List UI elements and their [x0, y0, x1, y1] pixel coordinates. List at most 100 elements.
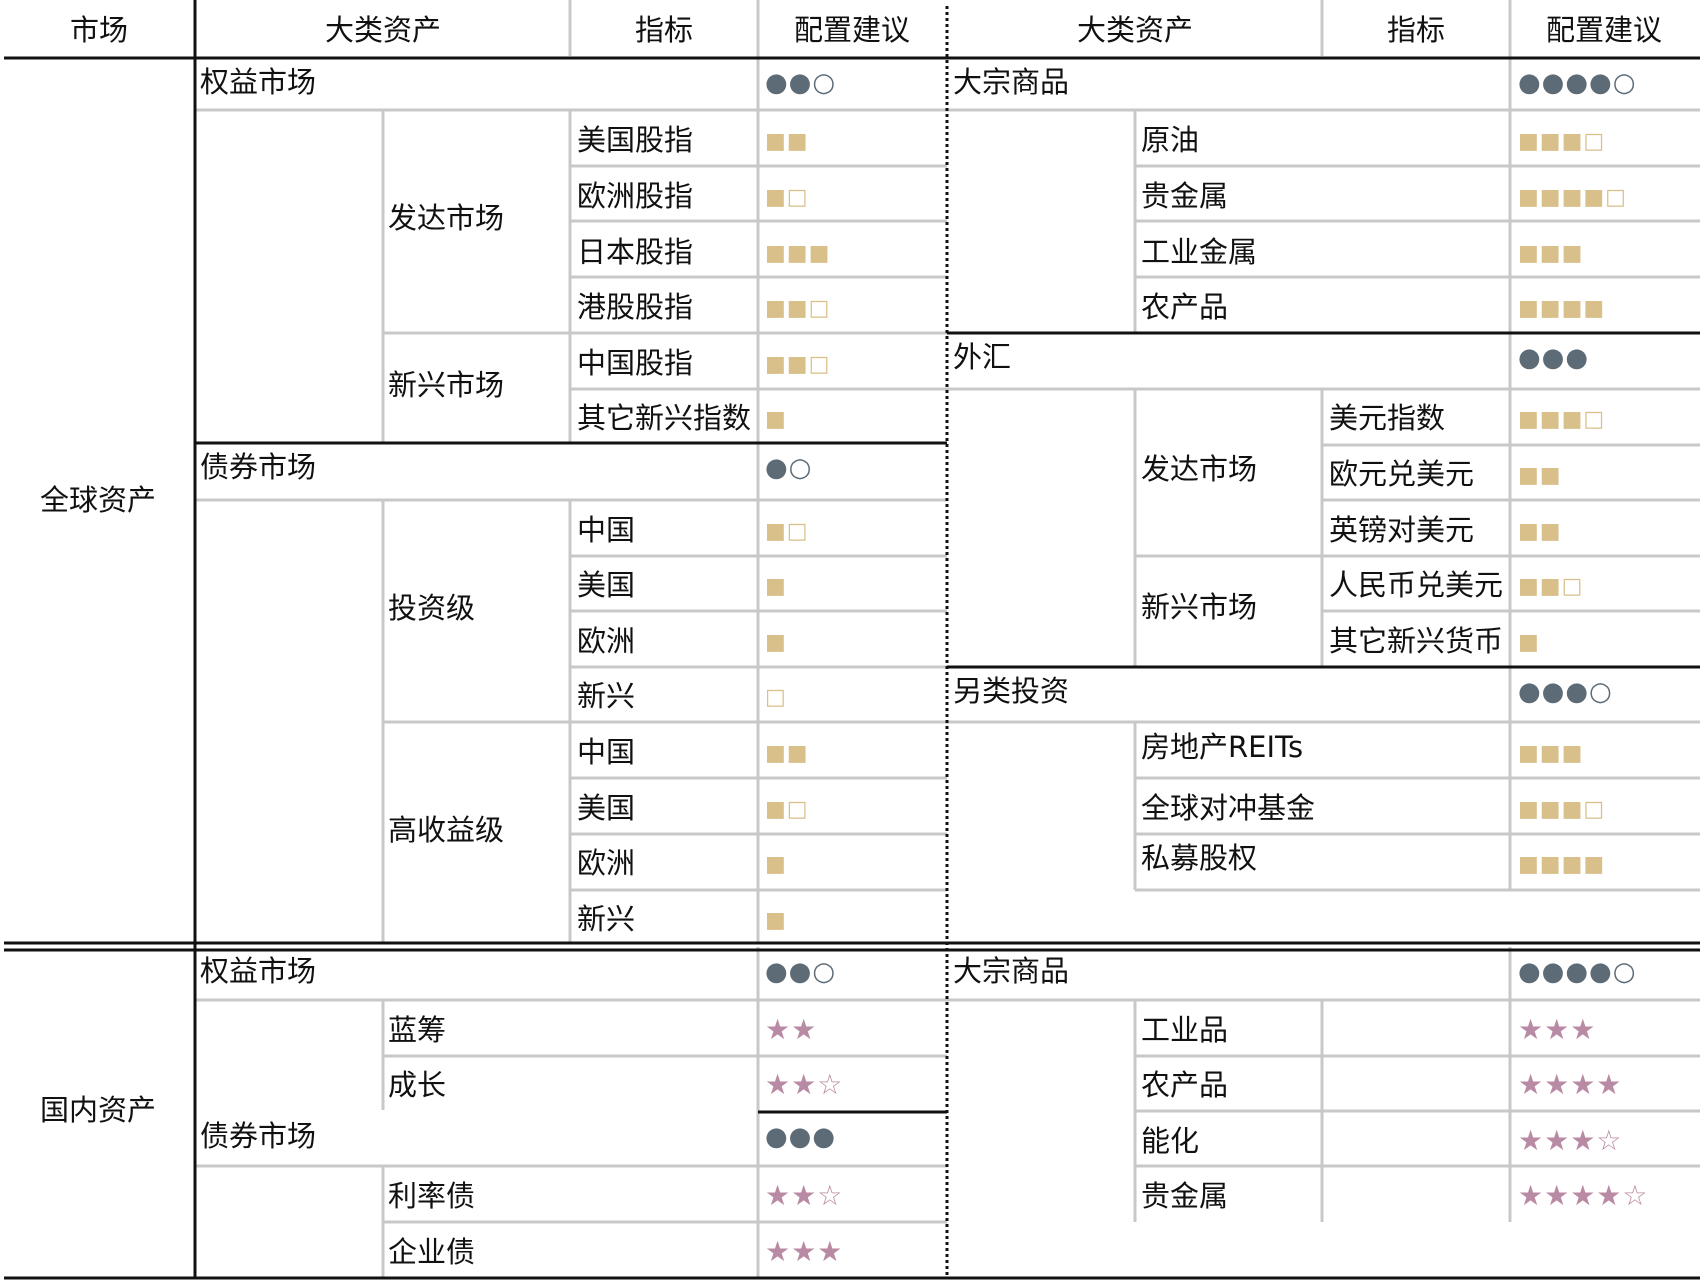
domestic-equity-rating: ●●○	[765, 957, 837, 987]
domestic-equity-label: 权益市场	[200, 954, 317, 988]
list-item: 美国	[577, 568, 636, 602]
global-equity-emerging-label: 新兴市场	[388, 368, 505, 402]
header-indicator-right: 指标	[1386, 13, 1446, 47]
global-alt-rating: ●●●○	[1518, 677, 1613, 707]
list-item: 企业债	[388, 1235, 476, 1269]
list-item: 新兴	[577, 679, 636, 713]
global-bond-ig-label: 投资级	[388, 591, 476, 625]
rating-stars: ★★☆	[765, 1068, 844, 1101]
list-item: 美国	[577, 791, 636, 825]
rating-squares: ■■■	[1518, 741, 1584, 766]
domestic-commodity-rating: ●●●●○	[1518, 957, 1637, 987]
rating-squares: ■■□	[1518, 574, 1584, 599]
global-equity-label: 权益市场	[200, 65, 317, 99]
rating-stars: ★★★	[1518, 1013, 1597, 1046]
rating-squares: ■□	[765, 519, 809, 544]
rating-stars: ★★★★☆	[1518, 1179, 1649, 1212]
rating-squares: ■■□	[765, 352, 831, 377]
rating-squares: ■	[765, 852, 787, 877]
rating-squares: ■■□	[765, 296, 831, 321]
list-item: 全球对冲基金	[1141, 791, 1316, 825]
header-advice-left: 配置建议	[793, 13, 911, 47]
header-indicator-left: 指标	[634, 13, 694, 47]
rating-squares: ■	[1518, 630, 1540, 655]
global-alt-label: 另类投资	[953, 674, 1070, 708]
rating-squares: ■	[765, 630, 787, 655]
domestic-bond-label: 债券市场	[200, 1119, 317, 1153]
rating-stars: ★★★★	[1518, 1068, 1623, 1101]
rating-squares: ■□	[765, 185, 809, 210]
allocation-table: 市场 大类资产 指标 配置建议 大类资产 指标 配置建议 全球资产 国内资产 权…	[0, 0, 1704, 1284]
global-commodity-rating: ●●●●○	[1518, 68, 1637, 98]
rating-squares: ■	[765, 407, 787, 432]
list-item: 贵金属	[1141, 1179, 1229, 1213]
global-bond-rating: ●○	[765, 453, 813, 483]
market-global: 全球资产	[40, 483, 157, 517]
list-item: 工业品	[1141, 1013, 1229, 1047]
list-item: 原油	[1141, 123, 1200, 157]
list-item: 农产品	[1141, 1068, 1229, 1102]
list-item: 其它新兴指数	[577, 401, 752, 435]
market-domestic: 国内资产	[40, 1093, 157, 1127]
global-equity-rating: ●●○	[765, 68, 837, 98]
rating-squares: ■	[765, 574, 787, 599]
global-fx-emerging-label: 新兴市场	[1141, 590, 1258, 624]
header-asset-class-left: 大类资产	[324, 13, 442, 47]
global-bond-label: 债券市场	[200, 450, 317, 484]
rating-squares: ■■	[765, 741, 809, 766]
rating-squares: ■■	[1518, 519, 1562, 544]
global-equity-developed-label: 发达市场	[388, 201, 505, 235]
list-item: 欧洲	[577, 846, 636, 880]
list-item: 其它新兴货币	[1329, 624, 1504, 658]
header-advice-right: 配置建议	[1545, 13, 1663, 47]
list-item: 美元指数	[1329, 401, 1446, 435]
list-item: 欧洲股指	[577, 179, 694, 213]
rating-squares: ■■■	[1518, 241, 1584, 266]
list-item: 港股股指	[577, 290, 694, 324]
domestic-commodity-label: 大宗商品	[953, 954, 1070, 988]
global-fx-rating: ●●●	[1518, 343, 1590, 373]
rating-squares: ■	[765, 908, 787, 933]
rating-squares: ■□	[765, 797, 809, 822]
list-item: 日本股指	[577, 235, 694, 269]
rating-stars: ★★★	[765, 1235, 844, 1268]
rating-squares: ■■■■□	[1518, 185, 1627, 210]
list-item: 欧洲	[577, 624, 636, 658]
list-item: 美国股指	[577, 123, 694, 157]
global-commodity-label: 大宗商品	[953, 65, 1070, 99]
rating-squares: ■■■■	[1518, 296, 1606, 321]
rating-squares: ■■■□	[1518, 407, 1606, 432]
rating-stars: ★★☆	[765, 1179, 844, 1212]
rating-squares: ■■■□	[1518, 129, 1606, 154]
rating-squares: □	[765, 685, 787, 710]
list-item: 贵金属	[1141, 179, 1229, 213]
rating-squares: ■■■	[765, 241, 831, 266]
list-item: 私募股权	[1141, 841, 1258, 875]
list-item: 新兴	[577, 902, 636, 936]
list-item: 人民币兑美元	[1329, 568, 1504, 602]
domestic-bond-rating: ●●●	[765, 1122, 837, 1152]
list-item: 英镑对美元	[1329, 513, 1475, 547]
list-item: 中国	[577, 513, 636, 547]
list-item: 中国	[577, 735, 636, 769]
list-item: 蓝筹	[388, 1013, 447, 1047]
list-item: 房地产REITs	[1141, 730, 1304, 764]
global-fx-developed-label: 发达市场	[1141, 452, 1258, 486]
list-item: 工业金属	[1141, 235, 1258, 269]
list-item: 中国股指	[577, 346, 694, 380]
global-fx-label: 外汇	[953, 340, 1012, 374]
rating-stars: ★★★☆	[1518, 1124, 1623, 1157]
header-asset-class-right: 大类资产	[1076, 13, 1194, 47]
rating-squares: ■■■■	[1518, 852, 1606, 877]
list-item: 农产品	[1141, 290, 1229, 324]
list-item: 成长	[388, 1068, 447, 1102]
rating-squares: ■■	[1518, 463, 1562, 488]
rating-stars: ★★	[765, 1013, 818, 1046]
global-bond-hy-label: 高收益级	[388, 813, 505, 847]
list-item: 利率债	[388, 1179, 476, 1213]
rating-squares: ■■	[765, 129, 809, 154]
list-item: 欧元兑美元	[1329, 457, 1475, 491]
rating-squares: ■■■□	[1518, 797, 1606, 822]
header-market: 市场	[69, 13, 129, 47]
list-item: 能化	[1141, 1124, 1200, 1158]
